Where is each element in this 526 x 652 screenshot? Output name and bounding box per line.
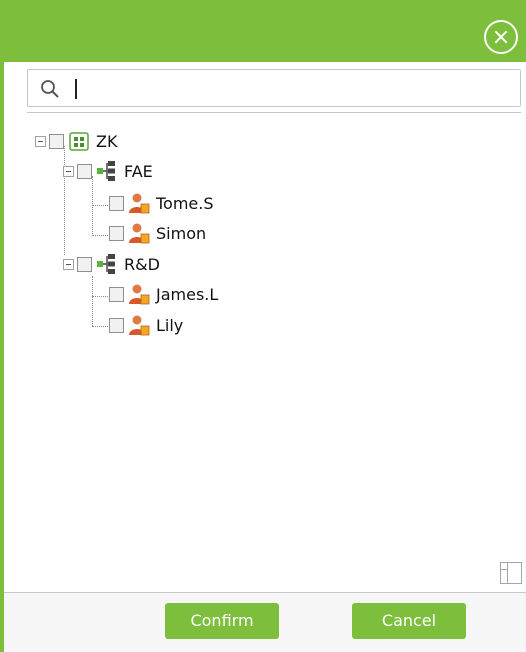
node-checkbox[interactable]: [77, 256, 92, 272]
search-input[interactable]: [72, 76, 512, 100]
close-icon[interactable]: [484, 20, 518, 54]
collapse-toggle[interactable]: [63, 258, 74, 270]
tree-node-label: Tome.S: [156, 193, 214, 213]
tree-node-user-lily[interactable]: Lily: [109, 315, 184, 336]
tree-node-department-rd[interactable]: R&D: [63, 254, 160, 274]
organization-tree-panel: ZK FAE Tome.S Simon R&D James.L Lily: [27, 112, 521, 592]
tree-node-label: R&D: [124, 254, 160, 274]
user-icon: [129, 223, 150, 244]
panel-layout-icon[interactable]: [500, 562, 522, 584]
dialog-footer: Confirm Cancel: [4, 592, 526, 652]
tree-connector: [92, 176, 93, 236]
node-checkbox[interactable]: [49, 133, 64, 149]
tree-node-label: FAE: [124, 161, 153, 181]
node-checkbox[interactable]: [109, 195, 124, 211]
node-checkbox[interactable]: [109, 286, 124, 302]
tree-node-user-simon[interactable]: Simon: [109, 223, 207, 244]
tree-node-user-james-l[interactable]: James.L: [109, 284, 219, 305]
collapse-toggle[interactable]: [63, 165, 74, 177]
node-checkbox[interactable]: [109, 225, 124, 241]
user-icon: [129, 284, 150, 305]
tree-connector: [92, 276, 93, 326]
confirm-button[interactable]: Confirm: [165, 603, 279, 639]
search-icon: [41, 80, 59, 98]
tree-connector: [92, 296, 108, 297]
node-checkbox[interactable]: [109, 317, 124, 333]
text-cursor: [75, 79, 77, 99]
department-icon: [97, 254, 115, 274]
tree-connector: [92, 326, 108, 327]
tree-node-user-tome-s[interactable]: Tome.S: [109, 193, 214, 214]
tree-node-label: Simon: [156, 223, 207, 243]
tree-node-label: James.L: [156, 284, 219, 304]
tree-connector: [92, 235, 108, 236]
building-icon: [69, 132, 89, 151]
node-checkbox[interactable]: [77, 163, 92, 179]
select-personnel-dialog: ZK FAE Tome.S Simon R&D James.L Lily Con…: [0, 0, 526, 652]
tree-node-department-fae[interactable]: FAE: [63, 161, 153, 181]
user-icon: [129, 315, 150, 336]
tree-node-label: ZK: [96, 131, 118, 151]
tree-node-label: Lily: [156, 315, 184, 335]
collapse-toggle[interactable]: [35, 135, 46, 147]
user-icon: [129, 193, 150, 214]
department-icon: [97, 161, 115, 181]
tree-node-root[interactable]: ZK: [35, 131, 117, 151]
tree-connector: [92, 205, 108, 206]
search-bar[interactable]: [27, 69, 521, 107]
organization-tree: ZK FAE Tome.S Simon R&D James.L Lily: [27, 113, 521, 573]
cancel-button[interactable]: Cancel: [352, 603, 466, 639]
dialog-titlebar: [4, 0, 526, 62]
